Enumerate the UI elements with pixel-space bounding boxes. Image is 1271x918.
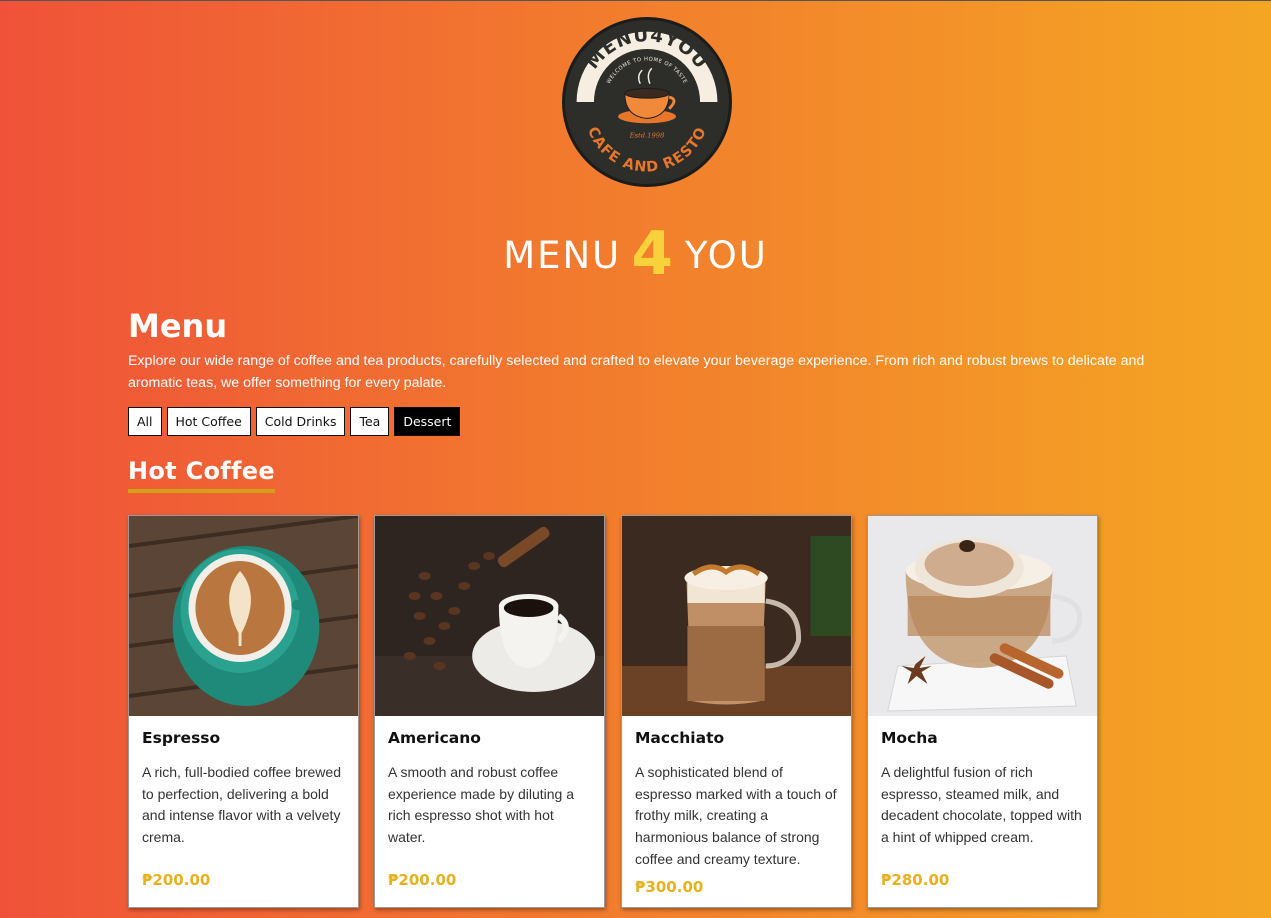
menu-title: Menu (128, 307, 228, 345)
brand-heading: MENU 4 YOU (0, 219, 1271, 289)
filter-tea-button[interactable]: Tea (350, 407, 390, 436)
mocha-photo (868, 516, 1097, 716)
category-filters: All Hot Coffee Cold Drinks Tea Dessert (128, 407, 461, 436)
product-card[interactable]: Macchiato A sophisticated blend of espre… (621, 515, 852, 908)
product-description: A rich, full-bodied coffee brewed to per… (142, 764, 341, 846)
menu-description: Explore our wide range of coffee and tea… (128, 353, 1145, 391)
product-price: ₱200.00 (388, 871, 457, 889)
filter-all-button[interactable]: All (128, 407, 162, 436)
cafe-logo: MENU4YOU WELCOME TO HOME OF TASTE Estd.1… (562, 17, 732, 187)
filter-cold-drinks-button[interactable]: Cold Drinks (255, 407, 346, 436)
macchiato-photo (622, 516, 851, 716)
brand-word-you: YOU (685, 234, 768, 277)
product-price: ₱200.00 (142, 871, 211, 889)
filter-hot-coffee-button[interactable]: Hot Coffee (166, 407, 251, 436)
brand-word-menu: MENU (503, 234, 622, 277)
product-card[interactable]: Espresso A rich, full-bodied coffee brew… (128, 515, 359, 908)
product-name: Espresso (142, 729, 221, 747)
product-description: A smooth and robust coffee experience ma… (388, 764, 575, 846)
americano-photo (375, 516, 604, 716)
product-price: ₱300.00 (635, 878, 704, 896)
product-price: ₱280.00 (881, 871, 950, 889)
product-name: Mocha (881, 729, 938, 747)
product-description: A delightful fusion of rich espresso, st… (881, 764, 1082, 846)
product-card[interactable]: Americano A smooth and robust coffee exp… (374, 515, 605, 908)
section-title: Hot Coffee (128, 457, 275, 493)
product-description: A sophisticated blend of espresso marked… (635, 764, 837, 867)
brand-number: 4 (631, 219, 675, 289)
espresso-photo (129, 516, 358, 716)
svg-text:Estd.1998: Estd.1998 (629, 132, 665, 140)
product-card[interactable]: Mocha A delightful fusion of rich espres… (867, 515, 1098, 908)
product-name: Americano (388, 729, 481, 747)
logo-emblem: MENU4YOU WELCOME TO HOME OF TASTE Estd.1… (567, 22, 727, 182)
product-name: Macchiato (635, 729, 725, 747)
filter-dessert-button[interactable]: Dessert (394, 407, 461, 436)
